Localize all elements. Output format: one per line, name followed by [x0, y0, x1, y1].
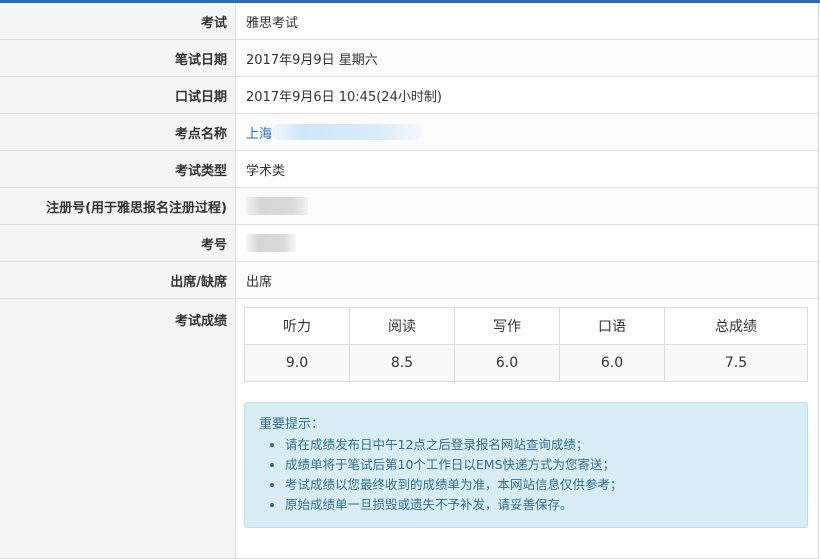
- label-attendance: 出席/缺席: [0, 262, 236, 298]
- score-listening: 9.0: [244, 344, 350, 382]
- label-registration-number: 注册号(用于雅思报名注册过程): [0, 188, 236, 224]
- notice-list: 请在成绩发布日中午12点之后登录报名网站查询成绩； 成绩单将于笔试后第10个工作…: [259, 435, 793, 515]
- redacted-candidate-number: [246, 234, 296, 252]
- value-test-type: 学术类: [236, 151, 818, 187]
- value-test-center: 上海: [236, 114, 818, 150]
- label-test-type: 考试类型: [0, 151, 236, 187]
- label-speaking-date: 口试日期: [0, 77, 236, 113]
- row-written-date: 笔试日期 2017年9月9日 星期六: [0, 40, 818, 77]
- score-header-overall: 总成绩: [664, 307, 808, 345]
- value-registration-number: [236, 188, 818, 224]
- notice-item: 成绩单将于笔试后第10个工作日以EMS快递方式为您寄送；: [285, 455, 793, 475]
- score-header-row: 听力 阅读 写作 口语 总成绩: [244, 307, 808, 345]
- score-header-listening: 听力: [244, 307, 350, 345]
- value-written-date: 2017年9月9日 星期六: [236, 40, 818, 76]
- row-registration-number: 注册号(用于雅思报名注册过程): [0, 188, 818, 225]
- score-writing: 6.0: [454, 344, 560, 382]
- value-candidate-number: [236, 225, 818, 261]
- score-speaking: 6.0: [559, 344, 665, 382]
- row-test-type: 考试类型 学术类: [0, 151, 818, 188]
- row-test-center: 考点名称 上海: [0, 114, 818, 151]
- row-candidate-number: 考号: [0, 225, 818, 262]
- score-table: 听力 阅读 写作 口语 总成绩 9.0 8.5 6.0 6.0 7.5: [244, 307, 808, 382]
- label-written-date: 笔试日期: [0, 40, 236, 76]
- label-exam: 考试: [0, 3, 236, 39]
- row-exam: 考试 雅思考试: [0, 3, 818, 40]
- test-center-link[interactable]: 上海: [246, 123, 272, 142]
- row-attendance: 出席/缺席 出席: [0, 262, 818, 299]
- score-area: 听力 阅读 写作 口语 总成绩 9.0 8.5 6.0 6.0 7.5 重要提示…: [236, 299, 818, 558]
- redacted-center-name: [272, 124, 423, 140]
- notice-item: 考试成绩以您最终收到的成绩单为准，本网站信息仅供参考；: [285, 475, 793, 495]
- notice-item: 请在成绩发布日中午12点之后登录报名网站查询成绩；: [285, 435, 793, 455]
- label-test-center: 考点名称: [0, 114, 236, 150]
- score-value-row: 9.0 8.5 6.0 6.0 7.5: [244, 344, 808, 382]
- notice-item: 原始成绩单一旦损毁或遗失不予补发，请妥善保存。: [285, 495, 793, 515]
- value-exam: 雅思考试: [236, 3, 818, 39]
- score-reading: 8.5: [349, 344, 455, 382]
- row-scores: 考试成绩 听力 阅读 写作 口语 总成绩 9.0 8.5 6.0 6.0 7.5: [0, 299, 818, 559]
- value-speaking-date: 2017年9月6日 10:45(24小时制): [236, 77, 818, 113]
- important-notice: 重要提示： 请在成绩发布日中午12点之后登录报名网站查询成绩； 成绩单将于笔试后…: [244, 402, 808, 528]
- label-scores: 考试成绩: [0, 299, 236, 558]
- notice-title: 重要提示：: [259, 417, 325, 432]
- exam-result-table: 考试 雅思考试 笔试日期 2017年9月9日 星期六 口试日期 2017年9月6…: [0, 3, 819, 559]
- score-header-speaking: 口语: [559, 307, 665, 345]
- row-speaking-date: 口试日期 2017年9月6日 10:45(24小时制): [0, 77, 818, 114]
- score-overall: 7.5: [664, 344, 808, 382]
- score-header-reading: 阅读: [349, 307, 455, 345]
- label-candidate-number: 考号: [0, 225, 236, 261]
- score-header-writing: 写作: [454, 307, 560, 345]
- value-attendance: 出席: [236, 262, 818, 298]
- redacted-registration-number: [246, 197, 308, 215]
